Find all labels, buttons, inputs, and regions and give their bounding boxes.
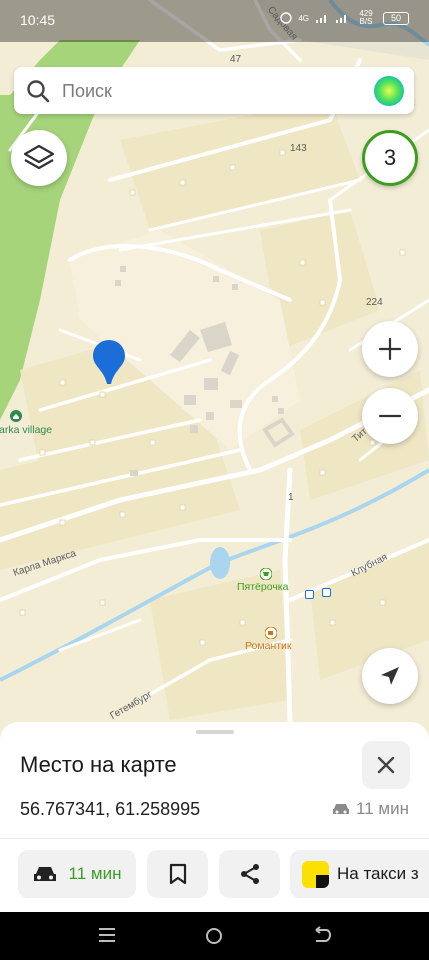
- layers-button[interactable]: [11, 130, 67, 186]
- bus-stop-icon[interactable]: [322, 588, 331, 597]
- battery-level: 50: [390, 12, 401, 23]
- search-placeholder: Поиск: [62, 81, 112, 101]
- route-button[interactable]: 11 мин: [18, 850, 136, 898]
- battery-icon: 50: [383, 11, 409, 25]
- drive-time: 11 мин: [332, 799, 409, 819]
- house-number: 47: [230, 54, 242, 65]
- signal-icon: [316, 14, 326, 23]
- car-icon: [33, 867, 56, 881]
- map-view[interactable]: Карла Маркса Клубная Садовая Тит Гетембу…: [0, 0, 429, 760]
- minus-icon: [378, 414, 402, 418]
- alarm-icon: [280, 12, 293, 24]
- search-icon: [27, 80, 50, 103]
- layers-count-badge[interactable]: 3: [362, 130, 418, 186]
- zoom-out-button[interactable]: [362, 388, 418, 444]
- car-icon: [333, 804, 350, 814]
- share-button[interactable]: [219, 850, 280, 898]
- poi-label: Sarka village: [0, 424, 53, 436]
- shopping-cart-icon: [260, 568, 272, 580]
- divider: [0, 838, 429, 839]
- taxi-button-label: На такси з: [337, 864, 419, 883]
- status-time: 10:45: [20, 12, 56, 28]
- coordinates-text[interactable]: 56.767341, 61.258995: [20, 799, 200, 820]
- network-type: 4G: [298, 13, 309, 23]
- search-bar[interactable]: Поиск: [14, 67, 414, 114]
- poi-pyaterochka[interactable]: Пятёрочка: [237, 568, 297, 596]
- bus-stop-icon[interactable]: [305, 590, 314, 599]
- bookmark-icon: [169, 863, 186, 885]
- drive-time-value: 11 мин: [356, 799, 409, 818]
- drag-handle[interactable]: [196, 730, 234, 734]
- poi-label: Романтик: [245, 640, 292, 652]
- bookmark-button[interactable]: [147, 850, 208, 898]
- voice-assistant-icon[interactable]: [374, 76, 404, 106]
- data-speed: 429 B/S: [359, 9, 373, 26]
- close-icon: [377, 756, 395, 774]
- poi-village[interactable]: Sarka village: [0, 410, 70, 438]
- place-card: Место на карте 56.767341, 61.258995 11 м…: [0, 722, 429, 912]
- map-canvas[interactable]: [0, 0, 429, 760]
- plus-icon: [378, 337, 402, 361]
- house-number: 143: [290, 143, 307, 154]
- status-bar: 10:45 4G 429 B/S 50: [0, 0, 429, 42]
- house-icon: [10, 410, 22, 422]
- home-icon[interactable]: [204, 926, 224, 946]
- pond: [210, 547, 230, 579]
- layers-icon: [23, 144, 55, 170]
- back-icon[interactable]: [312, 926, 332, 944]
- place-title: Место на карте: [20, 752, 177, 777]
- signal-icon: [336, 14, 346, 23]
- house-number: 224: [366, 297, 383, 308]
- zoom-in-button[interactable]: [362, 321, 418, 377]
- system-nav-bar: [0, 912, 429, 960]
- house-number: 1: [288, 492, 294, 503]
- taxi-logo-icon: [302, 860, 329, 888]
- taxi-button[interactable]: На такси з: [290, 850, 429, 898]
- share-icon: [240, 864, 259, 884]
- my-location-button[interactable]: [362, 648, 418, 704]
- menu-icon[interactable]: [98, 926, 116, 944]
- status-icons: 4G 429 B/S 50: [280, 10, 409, 26]
- poi-label: Пятёрочка: [237, 581, 289, 593]
- navigation-arrow-icon: [381, 667, 399, 685]
- route-button-label: 11 мин: [68, 864, 122, 883]
- poi-romantik[interactable]: Романтик: [245, 627, 305, 655]
- close-button[interactable]: [362, 741, 410, 789]
- map-pin-icon[interactable]: [93, 340, 125, 386]
- cafe-icon: [265, 627, 277, 639]
